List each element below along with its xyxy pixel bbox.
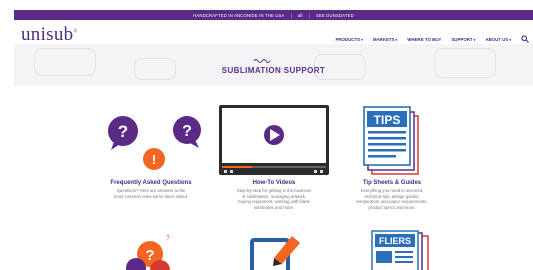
card-tip-sheets[interactable]: Tip Sheets & Guides Everything you need … <box>333 180 451 210</box>
fliers-label: FLIERS <box>379 236 411 246</box>
card-description: Step-by-step for getting in the business… <box>236 188 312 210</box>
hero-background <box>14 44 533 86</box>
faq-illustration[interactable]: ? ? ! <box>95 104 207 176</box>
card-faq[interactable]: Frequently Asked Questions Questions? He… <box>92 180 210 199</box>
card-description: Questions? Here are answers to the most c… <box>113 188 189 199</box>
svg-text:?: ? <box>118 122 128 141</box>
troubleshooting-illustration[interactable]: ? ? <box>110 228 190 270</box>
nav-markets[interactable]: MARKETS <box>373 37 397 42</box>
card-description: Everything you need to succeed, technical… <box>356 188 428 210</box>
nav-support[interactable]: SUPPORT <box>451 37 475 42</box>
topbar-text-3[interactable]: SEE DUNSDATED <box>316 13 354 18</box>
card-title[interactable]: How-To Videos <box>215 180 333 186</box>
tips-label: TIPS <box>374 113 401 127</box>
nav-where-to-buy[interactable]: WHERE TO BUY <box>407 37 441 42</box>
topbar-separator: | <box>290 12 292 18</box>
tip-sheets-illustration[interactable]: TIPS <box>362 104 422 176</box>
logo-text: unisub <box>21 24 74 45</box>
card-title[interactable]: Frequently Asked Questions <box>92 180 210 186</box>
unisub-logo[interactable]: unisub® <box>21 24 78 46</box>
logo-registered-mark: ® <box>73 29 78 35</box>
svg-text:?: ? <box>166 235 170 242</box>
forms-illustration[interactable] <box>244 232 304 270</box>
topbar-text-1: HANDCRAFTED IN ANCONIDE IN THE USA <box>193 12 285 18</box>
svg-text:?: ? <box>145 247 154 264</box>
nav-products[interactable]: PRODUCTS <box>335 37 362 42</box>
card-videos[interactable]: How-To Videos Step-by-step for getting i… <box>215 180 333 210</box>
svg-text:!: ! <box>152 152 156 167</box>
video-illustration[interactable] <box>218 104 330 176</box>
card-title[interactable]: Tip Sheets & Guides <box>333 180 451 186</box>
exclamation-bubble-icon: ! <box>143 148 165 170</box>
play-button-icon <box>264 125 284 145</box>
svg-text:?: ? <box>182 123 192 140</box>
question-bubble-icon: ? <box>108 116 138 150</box>
page-title: SUBLIMATION SUPPORT <box>221 66 326 75</box>
top-announcement-bar: HANDCRAFTED IN ANCONIDE IN THE USA | all… <box>14 10 533 20</box>
fliers-illustration[interactable]: FLIERS <box>370 230 430 270</box>
wave-divider-icon <box>253 59 271 63</box>
main-nav: PRODUCTS MARKETS WHERE TO BUY SUPPORT AB… <box>335 35 529 43</box>
nav-about-us[interactable]: ABOUT US <box>485 37 511 42</box>
topbar-text-2[interactable]: all <box>298 13 303 18</box>
search-icon[interactable] <box>521 35 529 43</box>
topbar-separator: | <box>308 12 310 18</box>
question-bubble-icon: ? <box>173 116 201 148</box>
